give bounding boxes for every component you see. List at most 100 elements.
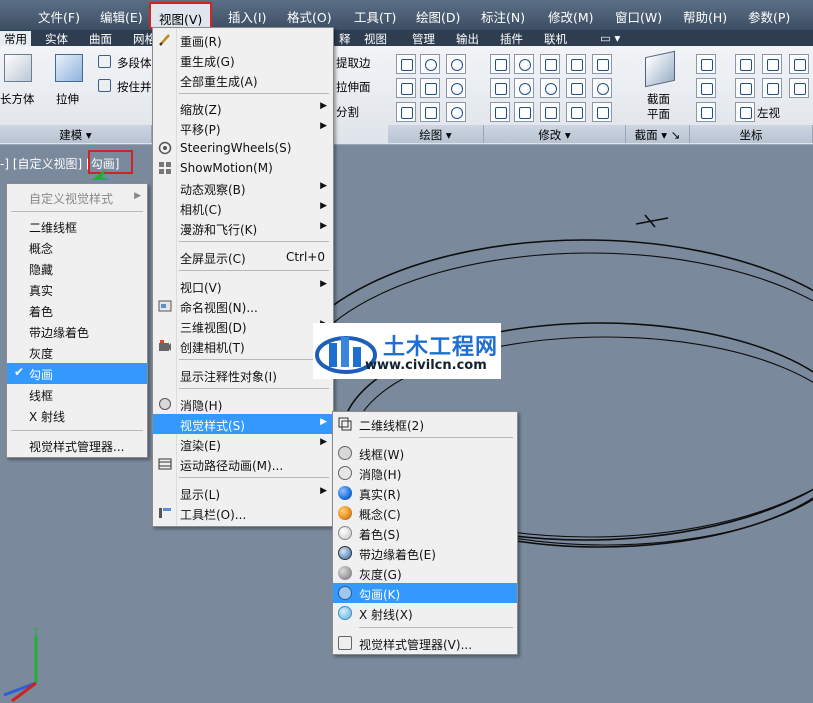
polyline-tool-icon[interactable] (420, 54, 440, 74)
menu-view[interactable]: 视图(V) (149, 2, 213, 29)
fillet-tool-icon[interactable] (592, 78, 612, 98)
menu-window[interactable]: 窗口(W) (615, 7, 662, 26)
style-option-shaded[interactable]: 着色 (7, 300, 147, 321)
ucs-z-icon[interactable] (762, 54, 782, 74)
arc-tool-icon[interactable] (396, 78, 416, 98)
menu-item-display[interactable]: 显示(L) ▶ (153, 483, 333, 503)
custom-visual-styles-header[interactable]: 自定义视觉样式 (7, 187, 147, 208)
box-button-label[interactable]: 长方体 (0, 91, 35, 107)
tab-extra-dropdown[interactable]: ▭ ▾ (600, 31, 620, 45)
menu-item-zoom[interactable]: 缩放(Z) ▶ (153, 98, 333, 118)
menu-item-motion-path[interactable]: 运动路径动画(M)... (153, 454, 333, 474)
copy-tool-icon[interactable] (540, 54, 560, 74)
tab-manage[interactable]: 管理 (412, 31, 435, 47)
menu-format[interactable]: 格式(O) (287, 7, 332, 26)
group-coordinates[interactable]: 坐标 (690, 125, 813, 143)
spline-tool-icon[interactable] (420, 78, 440, 98)
submenu-item-sketchy[interactable]: 勾画(K) (333, 583, 517, 603)
submenu-item-hidden[interactable]: 消隐(H) (333, 463, 517, 483)
extract-edges-button[interactable]: 提取边 (336, 55, 371, 71)
ucs-previous-icon[interactable] (696, 78, 716, 98)
erase-tool-icon[interactable] (490, 102, 510, 122)
tab-annotate[interactable]: 释 (339, 31, 351, 47)
menu-item-fullscreen[interactable]: 全屏显示(C) Ctrl+0 (153, 247, 333, 267)
tab-output[interactable]: 输出 (456, 31, 479, 47)
mirror3d-tool-icon[interactable] (514, 78, 534, 98)
tab-view[interactable]: 视图 (364, 31, 387, 47)
menu-modify[interactable]: 修改(M) (548, 7, 594, 26)
style-option-shaded-edges[interactable]: 带边缘着色 (7, 321, 147, 342)
scale-tool-icon[interactable] (566, 78, 586, 98)
group-modeling[interactable]: 建模 ▾ (0, 125, 152, 143)
line-tool-icon[interactable] (396, 54, 416, 74)
group-draw[interactable]: 绘图 ▾ (388, 125, 484, 143)
menu-item-hide[interactable]: 消隐(H) (153, 394, 333, 414)
menu-item-create-camera[interactable]: 创建相机(T) (153, 336, 333, 356)
menu-tools[interactable]: 工具(T) (354, 7, 396, 26)
rectangle-tool-icon[interactable] (420, 102, 440, 122)
ucs-view-icon[interactable] (789, 78, 809, 98)
section-plane-icon[interactable] (645, 50, 675, 88)
extrude-faces-button[interactable]: 拉伸面 (336, 79, 371, 95)
ucs-world-icon[interactable] (696, 54, 716, 74)
tab-online[interactable]: 联机 (544, 31, 567, 47)
trim-tool-icon[interactable] (566, 54, 586, 74)
submenu-item-realistic[interactable]: 真实(R) (333, 483, 517, 503)
ucs-named-icon[interactable] (696, 102, 716, 122)
style-option-sketchy[interactable]: ✔ 勾画 (7, 363, 147, 384)
menu-item-named-views[interactable]: 命名视图(N)... (153, 296, 333, 316)
rotate3d-tool-icon[interactable] (514, 54, 534, 74)
menu-item-viewports[interactable]: 视口(V) ▶ (153, 276, 333, 296)
section-plane-label-2[interactable]: 平面 (647, 106, 670, 122)
submenu-item-shaded[interactable]: 着色(S) (333, 523, 517, 543)
menu-item-annotative-objects[interactable]: 显示注释性对象(I) (153, 365, 333, 385)
menu-item-steeringwheels[interactable]: SteeringWheels(S) (153, 138, 333, 158)
menu-item-showmotion[interactable]: ShowMotion(M) (153, 158, 333, 178)
submenu-item-2d-wireframe[interactable]: 二维线框(2) (333, 414, 517, 434)
group-modify[interactable]: 修改 ▾ (484, 125, 626, 143)
submenu-item-visual-style-manager[interactable]: 视觉样式管理器(V)... (333, 633, 517, 653)
menu-draw[interactable]: 绘图(D) (416, 7, 460, 26)
stretch-tool-icon[interactable] (592, 54, 612, 74)
submenu-item-shaded-edges[interactable]: 带边缘着色(E) (333, 543, 517, 563)
left-view-button[interactable]: 左视 (757, 105, 780, 121)
menu-file[interactable]: 文件(F) (38, 7, 80, 26)
tab-surface[interactable]: 曲面 (89, 31, 112, 47)
ucs-object-icon[interactable] (762, 78, 782, 98)
box-icon[interactable] (4, 54, 32, 82)
menu-parameters[interactable]: 参数(P) (748, 7, 790, 26)
style-option-gray[interactable]: 灰度 (7, 342, 147, 363)
submenu-item-wireframe[interactable]: 线框(W) (333, 443, 517, 463)
menu-edit[interactable]: 编辑(E) (100, 7, 143, 26)
tab-home[interactable]: 常用 (0, 31, 31, 46)
chamfer-tool-icon[interactable] (592, 102, 612, 122)
menu-item-toolbars[interactable]: 工具栏(O)... (153, 503, 333, 523)
donut-tool-icon[interactable] (446, 102, 466, 122)
union-tool-icon[interactable] (490, 78, 510, 98)
menu-item-pan[interactable]: 平移(P) ▶ (153, 118, 333, 138)
style-option-2d-wireframe[interactable]: 二维线框 (7, 216, 147, 237)
menu-item-redraw[interactable]: 重画(R) (153, 30, 333, 50)
extrude-button-label[interactable]: 拉伸 (56, 91, 79, 107)
submenu-item-gray[interactable]: 灰度(G) (333, 563, 517, 583)
move-tool-icon[interactable] (490, 54, 510, 74)
extrude-icon[interactable] (55, 54, 83, 82)
group-section[interactable]: 截面 ▾ ↘ (626, 125, 690, 143)
menu-item-3d-views[interactable]: 三维视图(D)▶ (153, 316, 333, 336)
menu-insert[interactable]: 插入(I) (228, 7, 266, 26)
style-option-wireframe[interactable]: 线框 (7, 384, 147, 405)
polysolid-button[interactable]: 多段体 (117, 55, 152, 71)
menu-item-walk-fly[interactable]: 漫游和飞行(K) ▶ (153, 218, 333, 238)
menu-item-render[interactable]: 渲染(E) ▶ (153, 434, 333, 454)
menu-help[interactable]: 帮助(H) (683, 7, 727, 26)
explode-tool-icon[interactable] (566, 102, 586, 122)
submenu-item-conceptual[interactable]: 概念(C) (333, 503, 517, 523)
menu-item-camera[interactable]: 相机(C) ▶ (153, 198, 333, 218)
ucs-origin-icon[interactable] (735, 54, 755, 74)
viewport-label[interactable]: -] [自定义视图] (0, 157, 86, 171)
presspull-button[interactable]: 按住并 (117, 79, 152, 95)
left-view-icon[interactable] (735, 102, 755, 122)
section-plane-label[interactable]: 截面 (647, 91, 670, 107)
array-tool-icon[interactable] (540, 78, 560, 98)
style-option-realistic[interactable]: 真实 (7, 279, 147, 300)
